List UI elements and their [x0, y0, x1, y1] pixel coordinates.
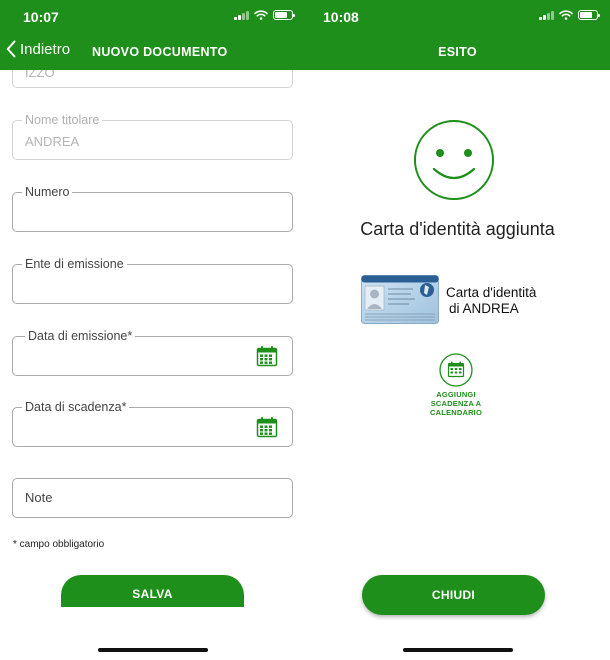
field-label-trail-line	[74, 192, 100, 193]
smiley-icon	[414, 120, 494, 200]
status-time: 10:08	[323, 9, 359, 25]
field-label-trail-line	[104, 120, 130, 121]
battery-icon	[273, 10, 295, 20]
id-card-icon	[361, 275, 439, 324]
holder-name-field[interactable]: Nome titolare ANDREA	[12, 113, 293, 160]
card-label-line1: Carta d'identità	[446, 285, 537, 300]
notes-placeholder: Note	[25, 490, 53, 505]
new-document-screen: 10:07 Indietro NUOVO DOCUMENTO IZZO 10:0…	[0, 0, 305, 660]
calendar-icon[interactable]	[256, 345, 278, 367]
top-bar: 10:08 ESITO	[305, 0, 610, 70]
card-label-line2: di ANDREA	[449, 301, 519, 316]
result-message: Carta d'identità aggiunta	[360, 219, 555, 239]
save-label: SALVA	[132, 587, 173, 601]
expiry-date-label: Data di scadenza*	[22, 400, 130, 415]
expiry-date-field[interactable]: Data di scadenza*	[12, 400, 293, 447]
status-time-overlay: 10:07	[23, 9, 59, 25]
issue-date-field[interactable]: Data di emissione*	[12, 329, 293, 376]
number-field[interactable]: Numero	[12, 185, 293, 232]
nav-overlay-content: 10:07 Indietro NUOVO DOCUMENTO	[0, 0, 305, 70]
wifi-icon	[254, 10, 268, 20]
calendar-icon	[439, 353, 473, 387]
number-label: Numero	[22, 185, 73, 200]
home-indicator	[98, 648, 208, 652]
issuing-authority-field[interactable]: Ente di emissione	[12, 257, 293, 304]
page-title-overlay: NUOVO DOCUMENTO	[92, 45, 228, 59]
save-button[interactable]: SALVA	[61, 575, 244, 607]
calendar-icon[interactable]	[256, 416, 278, 438]
battery-icon	[578, 10, 600, 20]
holder-name-value: ANDREA	[25, 134, 80, 149]
notes-field[interactable]: Note	[12, 478, 293, 518]
status-icons	[539, 10, 600, 20]
result-screen: 10:08 ESITO Carta d'identità aggiunta Ca…	[305, 0, 610, 660]
close-label: CHIUDI	[431, 588, 476, 602]
wifi-icon	[559, 10, 573, 20]
issuing-authority-label: Ente di emissione	[22, 257, 127, 272]
status-icons-overlay	[234, 10, 295, 20]
back-chevron-icon	[6, 40, 16, 58]
issue-date-label: Data di emissione*	[25, 329, 136, 344]
add-calendar-line1: AGGIUNGI	[436, 390, 476, 399]
add-calendar-line3: CALENDARIO	[430, 408, 482, 417]
home-indicator	[403, 648, 513, 652]
close-button[interactable]: CHIUDI	[362, 575, 545, 615]
card-label: Carta d'identità di ANDREA	[446, 285, 536, 317]
back-label-overlay: Indietro	[20, 40, 71, 58]
required-note: * campo obbligatorio	[13, 539, 105, 550]
add-calendar-line2: SCADENZA A	[430, 399, 482, 408]
signal-icon	[234, 10, 249, 20]
back-button-overlay[interactable]: Indietro	[6, 40, 70, 58]
field-label-trail-line	[129, 264, 155, 265]
page-title: ESITO	[438, 45, 477, 59]
add-expiry-to-calendar-button[interactable]: AGGIUNGI SCADENZA A CALENDARIO	[420, 353, 492, 417]
field-label-trail-line	[137, 336, 163, 337]
signal-icon	[539, 10, 554, 20]
field-label-trail-line	[131, 407, 157, 408]
holder-name-label: Nome titolare	[22, 113, 103, 128]
